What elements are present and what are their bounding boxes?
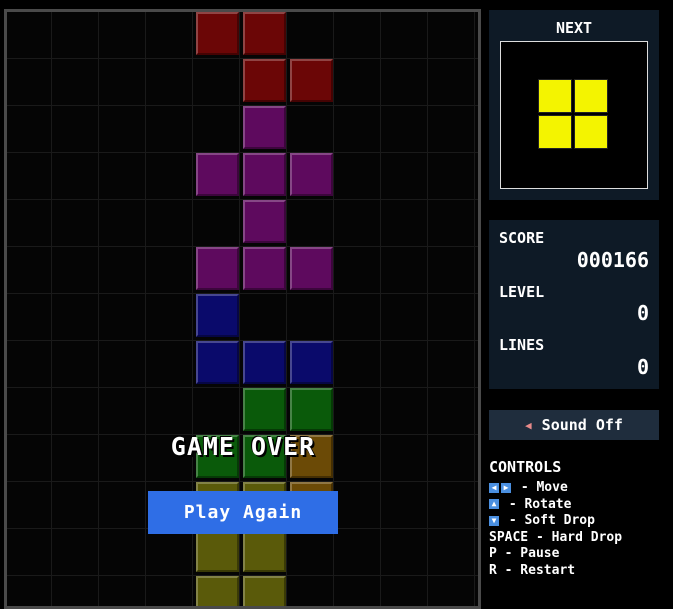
control-rotate-label: - Rotate [501,496,572,512]
board-block [196,12,239,55]
board-block [196,294,239,337]
board-block [290,247,333,290]
next-piece-panel: NEXT [489,10,659,200]
score-value: 000166 [576,248,649,272]
control-restart: R - Restart [489,562,576,578]
lines-label: LINES [499,336,545,354]
control-pause: P - Pause [489,546,560,561]
level-value: 0 [636,301,649,325]
game-over-text: GAME OVER [170,432,316,461]
control-hard-drop: SPACE - Hard Drop [489,529,623,545]
play-again-button[interactable]: Play Again [148,491,338,534]
next-title: NEXT [555,19,593,37]
board-block [243,200,286,243]
board-block [243,576,286,606]
board-block [243,529,286,572]
board-block [196,341,239,384]
next-piece-block [538,115,572,149]
board-block [243,106,286,149]
arrow-right-icon: ▶ [501,482,511,493]
board-block [196,576,239,606]
controls-panel: CONTROLS ◀ ▶ - Move ▲ - Rotate ▼ - Soft D… [489,458,673,579]
board-block [243,59,286,102]
control-soft-drop: ▼ - Soft Drop [489,513,673,530]
control-move-label: - Move [513,480,568,495]
stats-panel: SCORE 000166 LEVEL 0 LINES 0 [489,220,659,389]
board-block [243,388,286,431]
next-piece-block [574,79,608,113]
board-block [290,388,333,431]
control-soft-drop-label: - Soft Drop [501,513,595,528]
score-label: SCORE [499,229,545,247]
control-move: ◀ ▶ - Move [489,480,673,497]
next-piece-block [574,115,608,149]
arrow-down-icon: ▼ [489,515,499,526]
board-block [243,153,286,196]
arrow-left-icon: ◀ [489,482,499,493]
control-rotate: ▲ - Rotate [489,497,673,514]
lines-value: 0 [636,355,649,379]
board-block [196,247,239,290]
board-block [290,153,333,196]
board-block [243,247,286,290]
arrow-up-icon: ▲ [489,499,499,509]
board-block [290,341,333,384]
board-block [290,59,333,102]
sound-label: Sound Off [541,416,623,434]
board-block [196,529,239,572]
sound-toggle-button[interactable]: ◀ Sound Off [489,410,659,440]
board-block [196,153,239,196]
speaker-muted-icon: ◀ [525,418,532,432]
controls-title: CONTROLS [489,458,562,476]
next-piece-preview [500,41,648,189]
board-block [243,12,286,55]
board-block [243,341,286,384]
next-piece-block [538,79,572,113]
level-label: LEVEL [499,283,545,301]
